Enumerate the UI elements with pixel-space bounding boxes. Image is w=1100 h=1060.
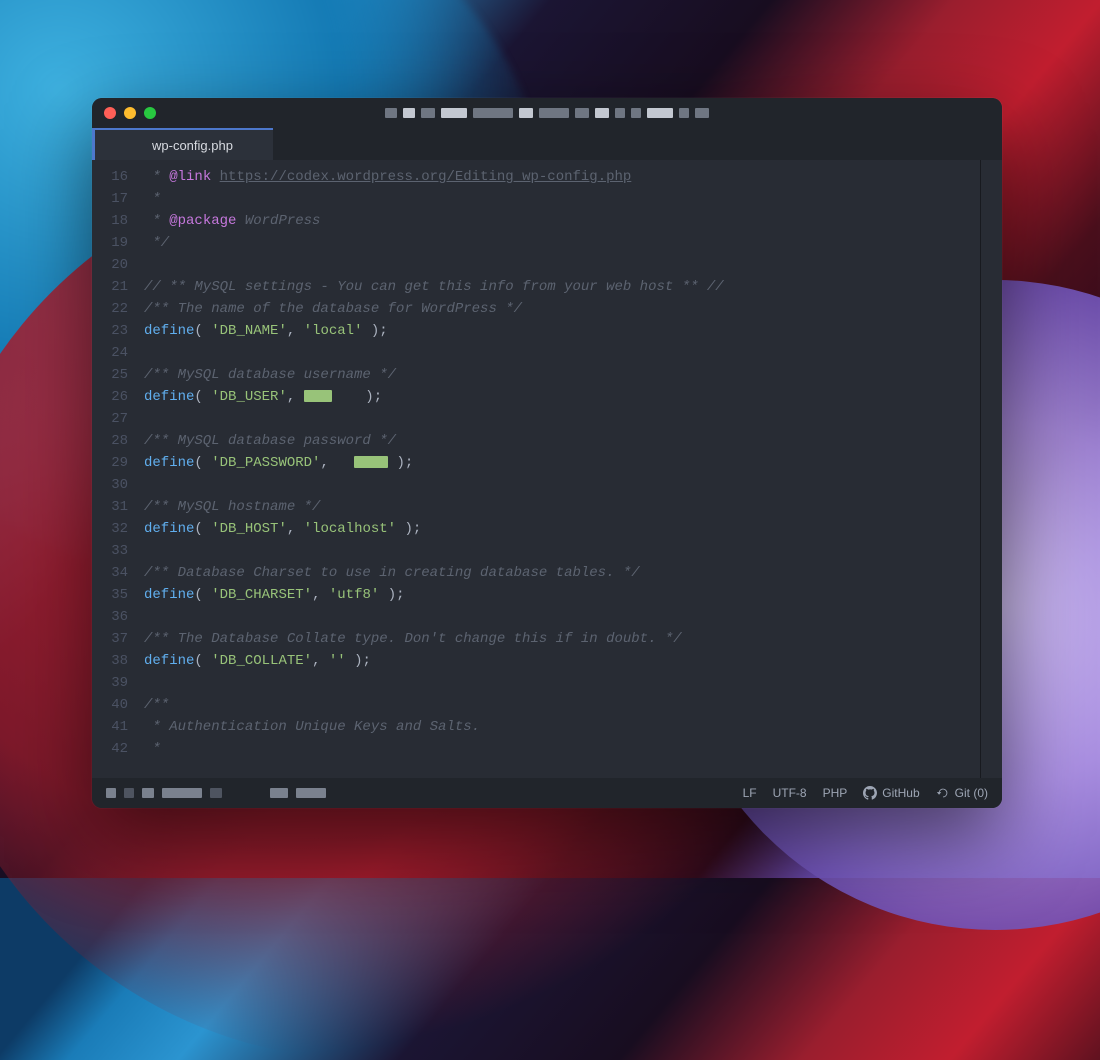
code-line[interactable]: * Authentication Unique Keys and Salts. [144,716,980,738]
status-git[interactable]: Git (0) [936,786,988,800]
code-line[interactable]: define( 'DB_CHARSET', 'utf8' ); [144,584,980,606]
line-number: 22 [92,298,128,320]
code-line[interactable]: /** MySQL database username */ [144,364,980,386]
code-line[interactable]: * [144,738,980,760]
line-number: 31 [92,496,128,518]
code-line[interactable]: * @package WordPress [144,210,980,232]
status-left-blurred [106,788,326,798]
code-line[interactable]: define( 'DB_NAME', 'local' ); [144,320,980,342]
editor-window: wp-config.php 16171819202122232425262728… [92,98,1002,808]
line-number: 25 [92,364,128,386]
line-number: 37 [92,628,128,650]
status-github[interactable]: GitHub [863,786,919,800]
line-number: 29 [92,452,128,474]
line-number: 42 [92,738,128,760]
tab-active-indicator [92,130,95,160]
status-git-label: Git (0) [955,786,988,800]
code-line[interactable] [144,606,980,628]
code-area[interactable]: * @link https://codex.wordpress.org/Edit… [138,160,980,778]
code-line[interactable]: * [144,188,980,210]
code-line[interactable]: define( 'DB_COLLATE', '' ); [144,650,980,672]
code-line[interactable]: /** The name of the database for WordPre… [144,298,980,320]
status-github-label: GitHub [882,786,919,800]
sync-icon [936,786,950,800]
line-number: 41 [92,716,128,738]
status-bar: LF UTF-8 PHP GitHub Git (0) [92,778,1002,808]
line-number: 36 [92,606,128,628]
window-titlebar[interactable] [92,98,1002,128]
code-line[interactable]: /** [144,694,980,716]
line-number: 16 [92,166,128,188]
window-title-blurred [385,108,709,118]
code-line[interactable]: define( 'DB_USER', ); [144,386,980,408]
line-number: 27 [92,408,128,430]
window-traffic-lights [104,107,156,119]
code-line[interactable]: /** MySQL database password */ [144,430,980,452]
code-line[interactable]: * @link https://codex.wordpress.org/Edit… [144,166,980,188]
code-editor[interactable]: 1617181920212223242526272829303132333435… [92,160,1002,778]
line-number: 35 [92,584,128,606]
github-icon [863,786,877,800]
line-number: 33 [92,540,128,562]
code-line[interactable] [144,672,980,694]
line-number: 20 [92,254,128,276]
window-zoom-button[interactable] [144,107,156,119]
window-minimize-button[interactable] [124,107,136,119]
code-line[interactable]: /** Database Charset to use in creating … [144,562,980,584]
code-line[interactable]: */ [144,232,980,254]
line-number: 19 [92,232,128,254]
line-number: 26 [92,386,128,408]
code-line[interactable]: // ** MySQL settings - You can get this … [144,276,980,298]
line-number: 18 [92,210,128,232]
line-number: 17 [92,188,128,210]
status-line-ending[interactable]: LF [743,786,757,800]
line-number: 38 [92,650,128,672]
line-number: 23 [92,320,128,342]
code-line[interactable] [144,408,980,430]
minimap[interactable] [980,160,1002,778]
tab-wp-config[interactable]: wp-config.php [92,128,273,160]
code-line[interactable]: define( 'DB_HOST', 'localhost' ); [144,518,980,540]
code-line[interactable] [144,342,980,364]
code-line[interactable]: /** MySQL hostname */ [144,496,980,518]
line-number: 21 [92,276,128,298]
line-number: 32 [92,518,128,540]
code-line[interactable] [144,254,980,276]
line-number: 34 [92,562,128,584]
window-close-button[interactable] [104,107,116,119]
line-number: 40 [92,694,128,716]
status-encoding[interactable]: UTF-8 [773,786,807,800]
status-language[interactable]: PHP [823,786,848,800]
line-number: 24 [92,342,128,364]
code-line[interactable] [144,540,980,562]
line-number: 28 [92,430,128,452]
tab-bar: wp-config.php [92,128,1002,160]
tab-label: wp-config.php [152,138,233,153]
code-line[interactable] [144,474,980,496]
line-number: 30 [92,474,128,496]
code-line[interactable]: define( 'DB_PASSWORD', ); [144,452,980,474]
line-number: 39 [92,672,128,694]
code-line[interactable]: /** The Database Collate type. Don't cha… [144,628,980,650]
line-number-gutter: 1617181920212223242526272829303132333435… [92,160,138,778]
